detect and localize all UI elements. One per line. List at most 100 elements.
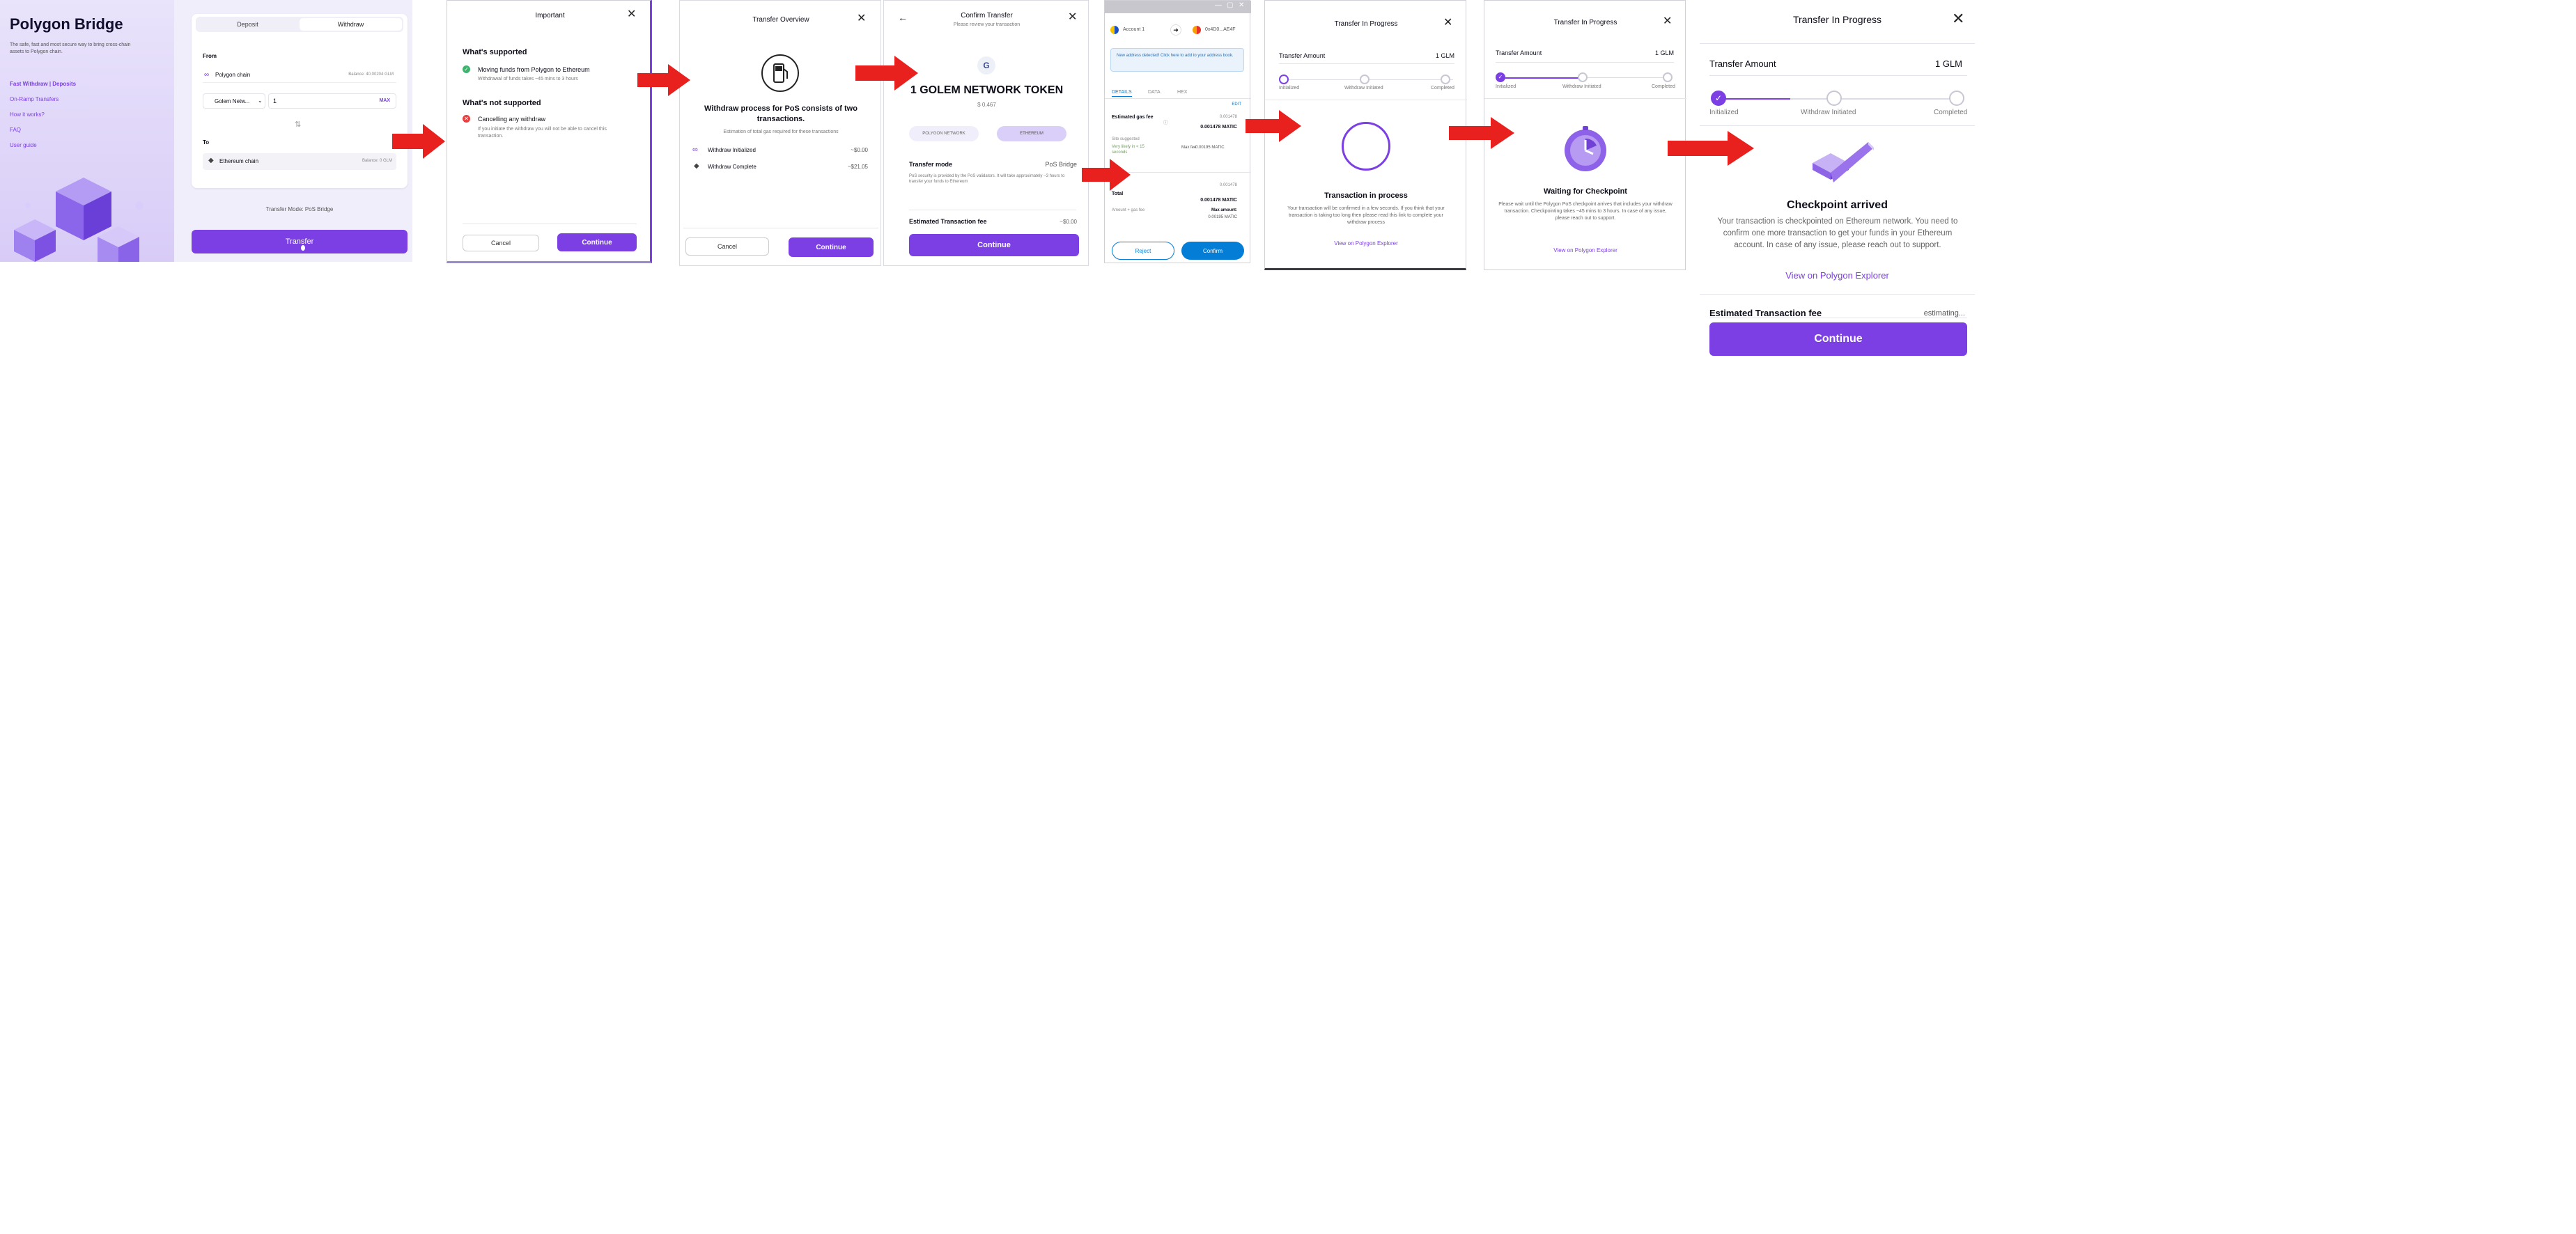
tab-bar: Deposit Withdraw bbox=[196, 17, 403, 32]
token-select[interactable]: Golem Netw... ⌄ bbox=[203, 93, 265, 109]
nav-item-onramp[interactable]: On-Ramp Transfers bbox=[10, 96, 149, 111]
step-initialized: ✓ bbox=[1496, 72, 1505, 82]
step-withdraw-initiated bbox=[1578, 72, 1588, 82]
reject-button[interactable]: Reject bbox=[1112, 242, 1174, 260]
row-value: ~$0.00 bbox=[851, 147, 868, 153]
amount-value: 1 GLM bbox=[1435, 52, 1454, 59]
tab-data[interactable]: DATA bbox=[1148, 90, 1161, 95]
metamask-popup: — ▢ ✕ Account 1 ➜ 0x4D0...AE4F New addre… bbox=[1104, 0, 1251, 263]
max-fee-value: 0.00195 MATIC bbox=[1195, 146, 1225, 150]
divider bbox=[1709, 75, 1967, 76]
ethereum-icon: ◆ bbox=[694, 162, 699, 170]
account-avatar bbox=[1110, 26, 1119, 34]
flow-arrow-icon bbox=[855, 56, 918, 91]
to-chain-name: Ethereum chain bbox=[219, 158, 259, 164]
from-chain-row[interactable]: ∞ Polygon chain Balance: 40.00204 GLM bbox=[203, 68, 396, 83]
contract-address: 0x4D0...AE4F bbox=[1205, 27, 1236, 32]
cancel-button[interactable]: Cancel bbox=[685, 237, 769, 256]
mode-note: PoS security is provided by the PoS vali… bbox=[909, 174, 1065, 184]
modal-title: Transfer In Progress bbox=[1553, 19, 1617, 26]
page-title: Polygon Bridge bbox=[10, 15, 123, 33]
list-item: ◆ Withdraw Complete ~$21.05 bbox=[692, 162, 868, 173]
status-heading: Transaction in process bbox=[1324, 192, 1408, 200]
explorer-link[interactable]: View on Polygon Explorer bbox=[1700, 270, 1975, 281]
supported-subtext: Withdrawal of funds takes ~45 mins to 3 … bbox=[478, 77, 578, 81]
continue-button[interactable]: Continue bbox=[1709, 322, 1967, 356]
amount-value: 1 GLM bbox=[1654, 49, 1674, 56]
cross-icon: ✕ bbox=[463, 115, 470, 123]
max-amount-label: Max amount: bbox=[1211, 208, 1237, 212]
divider bbox=[1279, 63, 1454, 64]
status-heading: Waiting for Checkpoint bbox=[1544, 187, 1627, 196]
max-button[interactable]: MAX bbox=[379, 98, 390, 103]
supported-text: Moving funds from Polygon to Ethereum bbox=[478, 66, 590, 73]
amount-input[interactable]: 1 MAX bbox=[268, 93, 396, 109]
continue-button[interactable]: Continue bbox=[557, 233, 637, 251]
transfer-card: Deposit Withdraw From ∞ Polygon chain Ba… bbox=[192, 14, 408, 188]
nav-item-fast-withdraw[interactable]: Fast Withdraw | Deposits bbox=[10, 81, 149, 96]
swap-arrow-icon[interactable]: ⇅ bbox=[295, 120, 301, 129]
close-icon[interactable]: ✕ bbox=[1239, 1, 1244, 9]
from-chain-name: Polygon chain bbox=[215, 72, 251, 78]
total-label: Total bbox=[1112, 192, 1124, 196]
confirm-button[interactable]: Confirm bbox=[1181, 242, 1244, 260]
tab-withdraw[interactable]: Withdraw bbox=[300, 18, 402, 31]
fee-label: Estimated Transaction fee bbox=[1709, 308, 1822, 318]
transfer-button[interactable]: Transfer bbox=[192, 230, 408, 253]
maximize-icon[interactable]: ▢ bbox=[1227, 1, 1233, 9]
total-value: 0.001478 MATIC bbox=[1200, 198, 1237, 203]
edit-link[interactable]: EDIT bbox=[1232, 102, 1241, 107]
arrow-right-icon: ➜ bbox=[1170, 24, 1181, 36]
flow-arrow-icon bbox=[637, 64, 690, 96]
from-label: From bbox=[203, 53, 217, 59]
tab-deposit[interactable]: Deposit bbox=[196, 17, 300, 32]
close-icon[interactable]: ✕ bbox=[1663, 16, 1672, 27]
tab-hex[interactable]: HEX bbox=[1177, 90, 1187, 95]
explorer-link[interactable]: View on Polygon Explorer bbox=[1484, 247, 1686, 253]
divider bbox=[1484, 98, 1686, 99]
cancel-button[interactable]: Cancel bbox=[463, 235, 539, 251]
tab-details[interactable]: DETAILS bbox=[1112, 90, 1132, 97]
step-initialized: ✓ bbox=[1711, 91, 1726, 106]
amount-gas-label: Amount + gas fee bbox=[1112, 208, 1145, 212]
step-completed bbox=[1441, 75, 1450, 84]
modal-title: Transfer Overview bbox=[752, 16, 809, 24]
fee-label: Estimated Transaction fee bbox=[909, 218, 987, 225]
minimize-icon[interactable]: — bbox=[1215, 1, 1222, 9]
modal-title: Confirm Transfer bbox=[961, 12, 1013, 19]
explorer-link[interactable]: View on Polygon Explorer bbox=[1265, 240, 1467, 247]
amount-value: 1 GLM bbox=[1934, 58, 1962, 69]
checkmark-illustration bbox=[1813, 142, 1874, 182]
polygon-icon: ∞ bbox=[692, 146, 698, 154]
fee-value: estimating... bbox=[1923, 309, 1965, 318]
close-icon[interactable]: ✕ bbox=[627, 9, 636, 20]
modal-subtitle: Please review your transaction bbox=[953, 22, 1021, 27]
close-icon[interactable]: ✕ bbox=[1068, 12, 1077, 23]
to-chain-row[interactable]: ◆ Ethereum chain Balance: 0 GLM bbox=[203, 153, 396, 170]
close-icon[interactable]: ✕ bbox=[1952, 11, 1964, 26]
continue-button[interactable]: Continue bbox=[789, 237, 874, 257]
transfer-mode[interactable]: Transfer Mode: PoS Bridge bbox=[192, 206, 408, 212]
step-initialized bbox=[1279, 75, 1289, 84]
mode-value: PoS Bridge bbox=[1045, 161, 1077, 168]
divider bbox=[1700, 43, 1975, 44]
progress-modal-3: Transfer In Progress ✕ Transfer Amount 1… bbox=[1700, 0, 1975, 369]
nav-item-how-it-works[interactable]: How it works? bbox=[10, 111, 149, 127]
not-supported-text: Cancelling any withdraw bbox=[478, 116, 546, 123]
status-desc: Your transaction will be confirmed in a … bbox=[1287, 206, 1445, 225]
gas-pump-icon bbox=[761, 54, 799, 92]
close-icon[interactable]: ✕ bbox=[857, 13, 866, 24]
from-network-pill: POLYGON NETWORK bbox=[909, 126, 979, 141]
important-modal: Important ✕ What's supported ✓ Moving fu… bbox=[447, 0, 652, 263]
contract-avatar bbox=[1193, 26, 1201, 34]
continue-button[interactable]: Continue bbox=[909, 234, 1079, 256]
step-label: Completed bbox=[1652, 84, 1675, 89]
nav-item-user-guide[interactable]: User guide bbox=[10, 142, 149, 157]
nav-item-faq[interactable]: FAQ bbox=[10, 127, 149, 142]
new-address-banner[interactable]: New address detected! Click here to add … bbox=[1110, 48, 1244, 72]
close-icon[interactable]: ✕ bbox=[1443, 17, 1452, 29]
token-avatar: G bbox=[977, 56, 995, 75]
modal-title: Important bbox=[535, 12, 565, 19]
gas-suggested: Site suggested bbox=[1112, 137, 1140, 141]
step-withdraw-initiated bbox=[1360, 75, 1370, 84]
